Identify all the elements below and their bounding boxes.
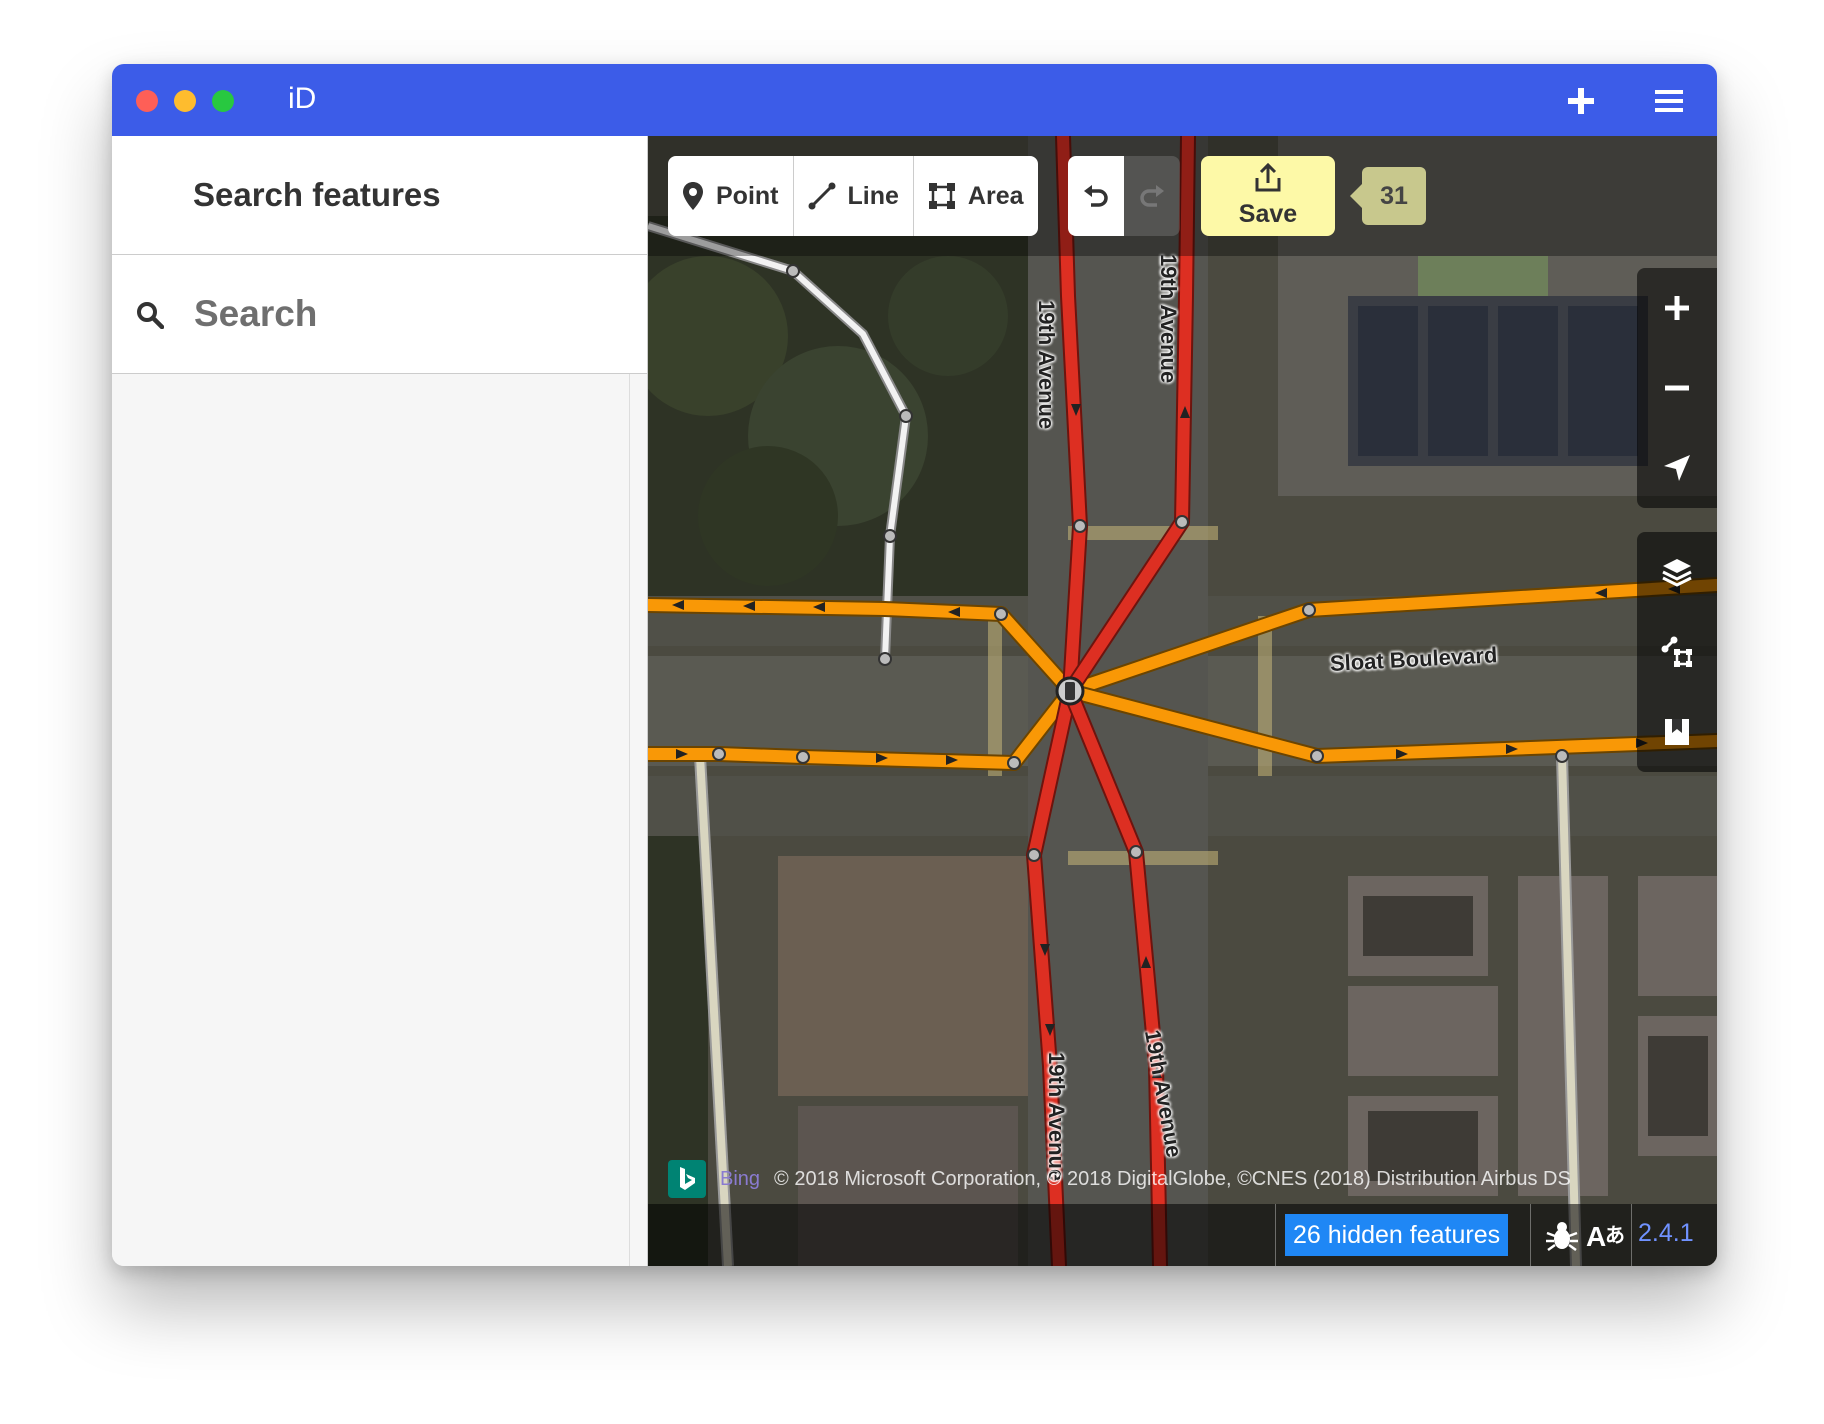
map-data-button[interactable] xyxy=(1637,612,1717,692)
redo-icon xyxy=(1140,185,1164,207)
imagery-attribution: Bing © 2018 Microsoft Corporation, © 201… xyxy=(668,1159,1571,1199)
minimize-window-button[interactable] xyxy=(174,90,196,112)
save-label: Save xyxy=(1238,200,1298,228)
bing-logo-icon[interactable] xyxy=(668,1160,706,1198)
search-input[interactable] xyxy=(192,287,616,341)
zoom-out-button[interactable] xyxy=(1637,348,1717,428)
plus-icon[interactable] xyxy=(1566,86,1596,116)
sidebar-title: Search features xyxy=(193,176,441,213)
map-view[interactable]: Sloat Boulevard 19th Avenue 19th Avenue … xyxy=(648,136,1717,1266)
title-bar: iD xyxy=(112,64,1717,136)
map-footer: 26 hidden features A あ 2.4.1 xyxy=(648,1204,1717,1266)
undo-icon xyxy=(1084,185,1108,207)
add-area-button[interactable]: Area xyxy=(914,156,1038,236)
zoom-controls xyxy=(1637,268,1717,508)
add-point-label: Point xyxy=(716,181,779,210)
hamburger-menu-icon[interactable] xyxy=(1654,86,1684,116)
zoom-window-button[interactable] xyxy=(212,90,234,112)
translate-icon[interactable]: A あ xyxy=(1585,1216,1627,1254)
issues-icon xyxy=(1665,719,1689,745)
road-label-19th-avenue: 19th Avenue xyxy=(1156,254,1181,384)
edit-count-badge: 31 xyxy=(1350,167,1426,225)
satellite-imagery xyxy=(648,136,1717,1266)
save-button[interactable]: Save xyxy=(1201,156,1335,236)
zoom-in-button[interactable] xyxy=(1637,268,1717,348)
sidebar-scrollbar[interactable] xyxy=(629,374,630,1266)
undo-button[interactable] xyxy=(1068,156,1124,236)
attribution-provider[interactable]: Bing xyxy=(720,1168,760,1191)
add-point-button[interactable]: Point xyxy=(668,156,794,236)
redo-button[interactable] xyxy=(1124,156,1180,236)
add-line-label: Line xyxy=(847,181,899,210)
zoom-in-icon xyxy=(1665,296,1689,320)
hidden-features-badge[interactable]: 26 hidden features xyxy=(1285,1214,1509,1256)
search-icon xyxy=(137,302,164,329)
line-icon xyxy=(808,182,835,210)
issues-button[interactable] xyxy=(1637,692,1717,772)
layers-icon xyxy=(1662,559,1692,587)
point-pin-icon xyxy=(683,182,703,210)
zoom-out-icon xyxy=(1665,385,1689,391)
svg-text:A: A xyxy=(1586,1221,1606,1252)
panel-controls xyxy=(1637,532,1717,772)
mode-buttons: Point Line Area xyxy=(668,156,1038,236)
app-window: iD Search features Search Sloat Boulevar… xyxy=(112,64,1717,1266)
road-label-19th-avenue: 19th Avenue xyxy=(1034,300,1059,430)
search-row xyxy=(112,255,647,374)
sidebar: Search features xyxy=(112,136,648,1266)
bing-b-glyph xyxy=(680,1167,695,1190)
background-button[interactable] xyxy=(1637,532,1717,612)
attribution-text: © 2018 Microsoft Corporation, © 2018 Dig… xyxy=(774,1167,1571,1190)
app-title: iD xyxy=(288,82,317,115)
map-data-icon xyxy=(1661,636,1692,667)
upload-icon xyxy=(1255,162,1281,192)
area-icon xyxy=(928,183,955,209)
add-line-button[interactable]: Line xyxy=(794,156,914,236)
svg-text:あ: あ xyxy=(1605,1223,1625,1247)
geolocate-icon xyxy=(1664,455,1690,481)
geolocate-button[interactable] xyxy=(1637,428,1717,508)
close-window-button[interactable] xyxy=(136,90,158,112)
version-label[interactable]: 2.4.1 xyxy=(1638,1219,1694,1248)
bug-report-icon[interactable] xyxy=(1545,1220,1579,1252)
add-area-label: Area xyxy=(967,181,1024,210)
undo-redo-group xyxy=(1068,156,1180,236)
sidebar-header: Search features xyxy=(112,136,647,255)
